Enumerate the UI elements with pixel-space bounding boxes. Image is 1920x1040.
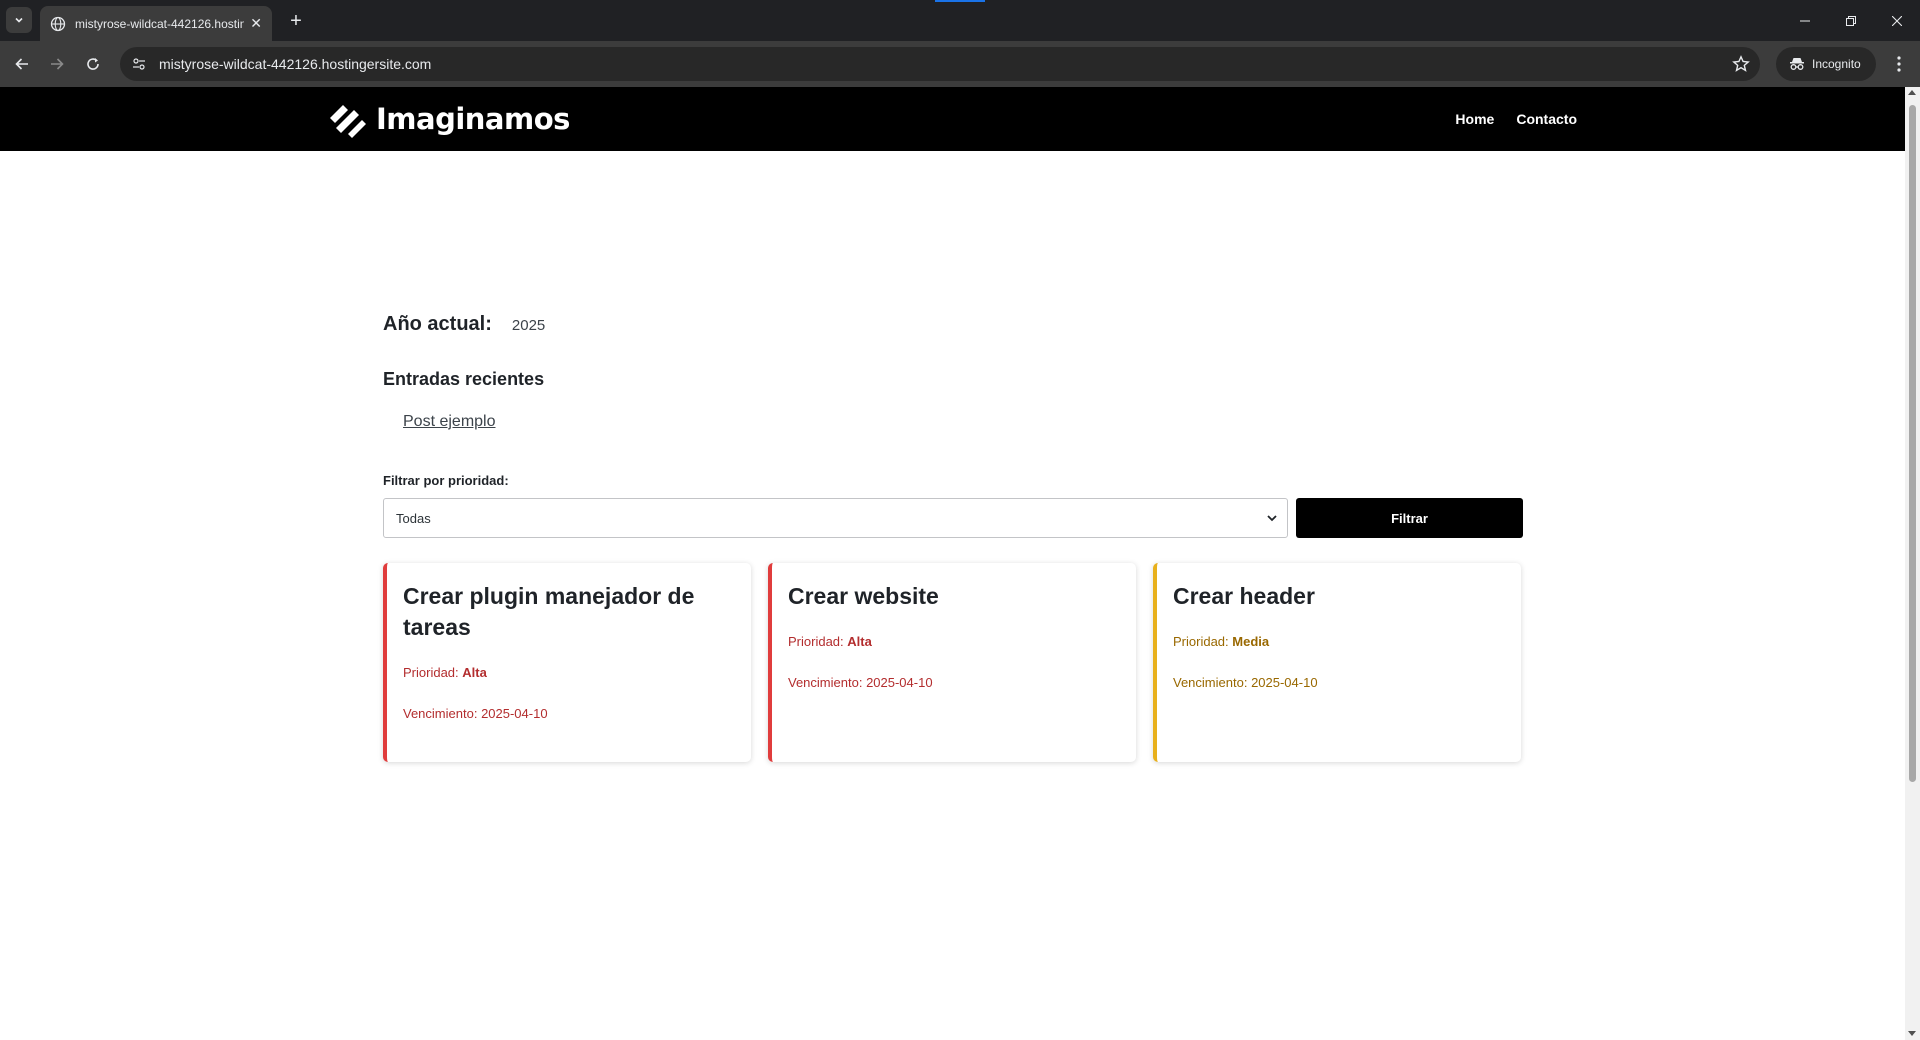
task-cards: Crear plugin manejador de tareas Priorid… [383,563,1523,762]
priority-filter-selected: Todas [396,510,431,526]
priority-filter-select[interactable]: Todas [383,498,1288,538]
new-tab-button[interactable]: + [282,7,310,35]
recent-posts-title: Entradas recientes [383,369,545,389]
site-info-icon[interactable] [128,53,150,75]
task-priority: Prioridad: Media [1173,634,1505,649]
task-priority-value: Media [1232,634,1270,649]
main-nav: Home Contacto [1455,111,1577,127]
nav-link-home[interactable]: Home [1455,111,1494,127]
reload-icon [87,58,99,70]
restore-button[interactable] [1828,0,1874,41]
task-due: Vencimiento: 2025-04-10 [403,706,735,721]
logo-text: Imaginamos [376,102,570,136]
task-due-label: Vencimiento: [1173,675,1248,690]
task-card: Crear plugin manejador de tareas Priorid… [383,563,751,762]
browser-tab-active[interactable]: mistyrose-wildcat-442126.hostingersite.c… [40,6,272,41]
page-scrollbar[interactable] [1905,87,1920,1040]
arrow-right-icon [51,58,64,70]
nav-link-contacto[interactable]: Contacto [1516,111,1577,127]
address-bar[interactable]: mistyrose-wildcat-442126.hostingersite.c… [120,47,1760,81]
tab-indicator [935,0,985,2]
logo-mark-icon [330,105,366,138]
chevron-down-icon [1267,515,1277,522]
scroll-up-arrow-icon[interactable] [1908,90,1916,95]
year-label: Año actual: [383,313,492,335]
task-priority: Prioridad: Alta [788,634,1120,649]
task-due-date: 2025-04-10 [481,706,548,721]
globe-icon [50,16,66,31]
reload-button[interactable] [78,49,108,79]
task-title: Crear header [1173,583,1315,609]
task-priority-value: Alta [462,665,487,680]
task-due: Vencimiento: 2025-04-10 [1173,675,1505,690]
more-vertical-icon [1897,56,1901,72]
url-text: mistyrose-wildcat-442126.hostingersite.c… [159,56,432,72]
current-year-row: Año actual: 2025 [383,313,545,336]
task-title: Crear website [788,583,939,609]
task-due-label: Vencimiento: [403,706,478,721]
task-due-date: 2025-04-10 [866,675,933,690]
arrow-left-icon [15,58,28,70]
scrollbar-thumb[interactable] [1909,105,1916,782]
task-due: Vencimiento: 2025-04-10 [788,675,1120,690]
site-logo[interactable]: Imaginamos [328,99,570,139]
task-priority: Prioridad: Alta [403,665,735,680]
chevron-down-icon [15,17,23,23]
task-priority-label: Prioridad: [1173,634,1229,649]
back-button[interactable] [7,49,37,79]
task-title: Crear plugin manejador de tareas [403,583,695,640]
task-card: Crear header Prioridad: Media Vencimient… [1153,563,1521,762]
task-priority-value: Alta [847,634,872,649]
scroll-down-arrow-icon[interactable] [1908,1031,1916,1036]
year-value: 2025 [511,317,546,334]
browser-menu-button[interactable] [1884,49,1914,79]
close-icon [1892,15,1902,26]
minimize-button[interactable] [1782,0,1828,41]
bookmark-star-icon[interactable] [1732,55,1750,73]
task-due-date: 2025-04-10 [1251,675,1318,690]
tab-title: mistyrose-wildcat-442126.hostingersite.c… [75,16,245,31]
incognito-icon [1790,58,1804,70]
restore-icon [1846,15,1856,26]
tab-search-button[interactable] [6,7,32,33]
incognito-indicator[interactable]: Incognito [1776,47,1876,81]
recent-post-link[interactable]: Post ejemplo [403,413,496,431]
browser-toolbar: mistyrose-wildcat-442126.hostingersite.c… [0,41,1920,87]
incognito-label: Incognito [1812,57,1861,71]
minimize-icon [1800,20,1810,21]
browser-tabstrip: mistyrose-wildcat-442126.hostingersite.c… [0,0,1920,41]
task-card: Crear website Prioridad: Alta Vencimient… [768,563,1136,762]
task-due-label: Vencimiento: [788,675,863,690]
close-window-button[interactable] [1874,0,1920,41]
tab-close-icon[interactable]: ✕ [250,15,262,32]
site-header: Imaginamos Home Contacto [0,87,1905,151]
task-priority-label: Prioridad: [403,665,459,680]
filter-button[interactable]: Filtrar [1296,498,1523,538]
priority-filter-label: Filtrar por prioridad: [383,473,509,488]
forward-button[interactable] [42,49,72,79]
task-priority-label: Prioridad: [788,634,844,649]
page-viewport: Imaginamos Home Contacto Año actual: 202… [0,87,1905,1040]
